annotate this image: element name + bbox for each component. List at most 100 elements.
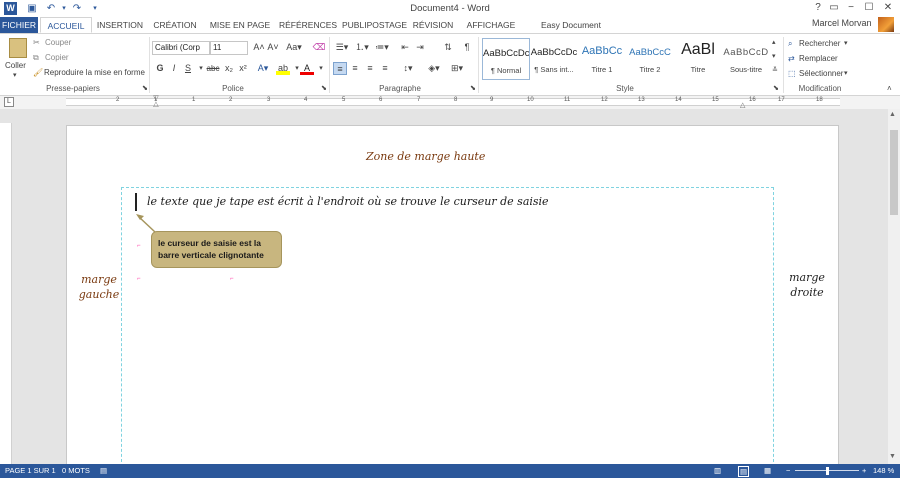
underline-button[interactable]: S bbox=[181, 62, 195, 75]
subscript-button[interactable]: x₂ bbox=[222, 62, 236, 75]
typed-text[interactable]: le texte que je tape est écrit à l'endro… bbox=[147, 195, 549, 208]
increase-indent-icon[interactable]: ⇥ bbox=[413, 41, 427, 54]
help-button[interactable]: ? bbox=[810, 2, 826, 15]
align-center-icon[interactable]: ≡ bbox=[348, 62, 362, 75]
bullets-icon[interactable]: ☰▾ bbox=[333, 41, 351, 54]
select-dropdown-icon[interactable]: ▾ bbox=[844, 69, 848, 77]
style-sous-titre[interactable]: AaBbCcD Sous-titre bbox=[722, 38, 770, 80]
change-case-icon[interactable]: Aa▾ bbox=[285, 41, 303, 54]
tab-references[interactable]: RÉFÉRENCES bbox=[279, 17, 337, 33]
copy-button[interactable]: Copier bbox=[45, 53, 69, 62]
search-icon[interactable]: ⌕ bbox=[788, 39, 792, 49]
paste-button[interactable]: Coller bbox=[5, 61, 26, 70]
right-indent-marker-icon[interactable]: △ bbox=[740, 101, 748, 109]
shrink-font-icon[interactable]: A˅ bbox=[266, 41, 280, 54]
corner-mark-icon: ⌐ bbox=[230, 276, 234, 282]
word-count-status[interactable]: 0 MOTS bbox=[62, 466, 90, 475]
zoom-in-icon[interactable]: + bbox=[862, 466, 866, 475]
styles-launcher-icon[interactable]: ⬊ bbox=[773, 84, 779, 92]
strikethrough-button[interactable]: abc bbox=[204, 62, 222, 75]
tab-creation[interactable]: CRÉATION bbox=[152, 17, 198, 33]
page-count-status[interactable]: PAGE 1 SUR 1 bbox=[5, 466, 56, 475]
tab-publipostage[interactable]: PUBLIPOSTAGE bbox=[342, 17, 407, 33]
text-effects-icon[interactable]: A▾ bbox=[256, 62, 270, 75]
paragraph-launcher-icon[interactable]: ⬊ bbox=[470, 84, 476, 92]
tab-accueil[interactable]: ACCUEIL bbox=[40, 17, 92, 33]
font-color-dropdown-icon[interactable]: ▾ bbox=[314, 62, 328, 75]
font-color-icon[interactable]: A bbox=[300, 62, 314, 75]
align-right-icon[interactable]: ≡ bbox=[363, 62, 377, 75]
zoom-out-icon[interactable]: − bbox=[786, 466, 790, 475]
decrease-indent-icon[interactable]: ⇤ bbox=[398, 41, 412, 54]
styles-more-icon[interactable]: ≚ bbox=[772, 66, 778, 74]
clipboard-launcher-icon[interactable]: ⬊ bbox=[142, 84, 148, 92]
scroll-up-icon[interactable]: ▲ bbox=[889, 111, 896, 118]
vertical-ruler[interactable] bbox=[0, 123, 12, 464]
zoom-slider-thumb[interactable] bbox=[826, 467, 829, 475]
grow-font-icon[interactable]: A˄ bbox=[252, 41, 266, 54]
font-launcher-icon[interactable]: ⬊ bbox=[321, 84, 327, 92]
find-dropdown-icon[interactable]: ▾ bbox=[844, 39, 848, 47]
tab-selector-icon[interactable]: L bbox=[4, 97, 14, 107]
paste-dropdown-icon[interactable]: ▾ bbox=[13, 71, 17, 79]
select-button[interactable]: Sélectionner bbox=[799, 69, 843, 78]
styles-scroll-up-icon[interactable]: ▴ bbox=[772, 38, 776, 46]
highlight-icon[interactable]: ab bbox=[276, 62, 290, 75]
scroll-down-icon[interactable]: ▼ bbox=[889, 453, 896, 460]
styles-scroll-down-icon[interactable]: ▾ bbox=[772, 52, 776, 60]
close-button[interactable]: ✕ bbox=[880, 2, 896, 15]
web-layout-icon[interactable]: ▦ bbox=[764, 466, 771, 475]
bold-button[interactable]: G bbox=[153, 62, 167, 75]
borders-icon[interactable]: ⊞▾ bbox=[448, 62, 466, 75]
left-indent-marker-icon[interactable]: ▽ △ bbox=[152, 95, 160, 108]
ribbon-display-options-icon[interactable]: ▭ bbox=[826, 2, 842, 15]
align-left-icon[interactable]: ≡ bbox=[333, 62, 347, 75]
maximize-button[interactable]: ☐ bbox=[861, 2, 877, 15]
cut-button[interactable]: Couper bbox=[45, 38, 71, 47]
justify-icon[interactable]: ≡ bbox=[378, 62, 392, 75]
tab-easy-document-creator[interactable]: Easy Document Creator bbox=[526, 17, 616, 46]
format-painter-icon[interactable]: 🖌 bbox=[33, 68, 43, 77]
replace-icon[interactable]: ⇄ bbox=[788, 54, 795, 63]
style-sans-interligne[interactable]: AaBbCcDc ¶ Sans int... bbox=[530, 38, 578, 80]
tab-affichage[interactable]: AFFICHAGE bbox=[464, 17, 518, 33]
font-name-combo[interactable]: Calibri (Corp bbox=[152, 41, 210, 55]
ruler-number: 17 bbox=[778, 97, 785, 103]
print-layout-icon[interactable]: ▤ bbox=[738, 466, 750, 477]
minimize-button[interactable]: − bbox=[843, 2, 859, 15]
style-titre[interactable]: AaBl Titre bbox=[674, 38, 722, 80]
style-titre-2[interactable]: AaBbCcC Titre 2 bbox=[626, 38, 674, 80]
top-margin-label: Zone de marge haute bbox=[366, 150, 486, 163]
cut-scissors-icon[interactable]: ✂ bbox=[33, 38, 40, 47]
collapse-ribbon-icon[interactable]: ˄ bbox=[887, 84, 892, 93]
style-titre-1[interactable]: AaBbCc Titre 1 bbox=[578, 38, 626, 80]
clear-formatting-icon[interactable]: ⌫ bbox=[312, 41, 326, 54]
multilevel-list-icon[interactable]: ≔▾ bbox=[373, 41, 391, 54]
copy-icon[interactable]: ⧉ bbox=[33, 53, 39, 63]
find-button[interactable]: Rechercher bbox=[799, 39, 840, 48]
paste-icon[interactable] bbox=[9, 38, 27, 58]
scrollbar-thumb[interactable] bbox=[890, 130, 898, 215]
proofing-icon[interactable]: ▤ bbox=[100, 466, 107, 475]
italic-button[interactable]: I bbox=[167, 62, 181, 75]
shading-icon[interactable]: ◈▾ bbox=[425, 62, 443, 75]
numbering-icon[interactable]: ⒈▾ bbox=[353, 41, 371, 54]
ruler-number: 10 bbox=[527, 97, 534, 103]
tab-mise-en-page[interactable]: MISE EN PAGE bbox=[207, 17, 273, 33]
tab-revision[interactable]: RÉVISION bbox=[411, 17, 455, 33]
replace-button[interactable]: Remplacer bbox=[799, 54, 838, 63]
user-name[interactable]: Marcel Morvan bbox=[812, 18, 872, 28]
tab-insertion[interactable]: INSERTION bbox=[95, 17, 145, 33]
format-painter-button[interactable]: Reproduire la mise en forme bbox=[44, 68, 145, 77]
style-normal[interactable]: AaBbCcDc ¶ Normal bbox=[482, 38, 530, 80]
zoom-level[interactable]: 148 % bbox=[873, 466, 894, 475]
sort-icon[interactable]: ⇅ bbox=[441, 41, 455, 54]
read-mode-icon[interactable]: ▥ bbox=[714, 466, 721, 475]
avatar[interactable] bbox=[878, 17, 894, 32]
superscript-button[interactable]: x² bbox=[236, 62, 250, 75]
select-icon[interactable]: ⬚ bbox=[788, 69, 796, 78]
tab-fichier[interactable]: FICHIER bbox=[0, 17, 38, 33]
font-size-combo[interactable]: 11 bbox=[210, 41, 248, 55]
show-formatting-marks-icon[interactable]: ¶ bbox=[460, 41, 474, 54]
line-spacing-icon[interactable]: ↕▾ bbox=[399, 62, 417, 75]
